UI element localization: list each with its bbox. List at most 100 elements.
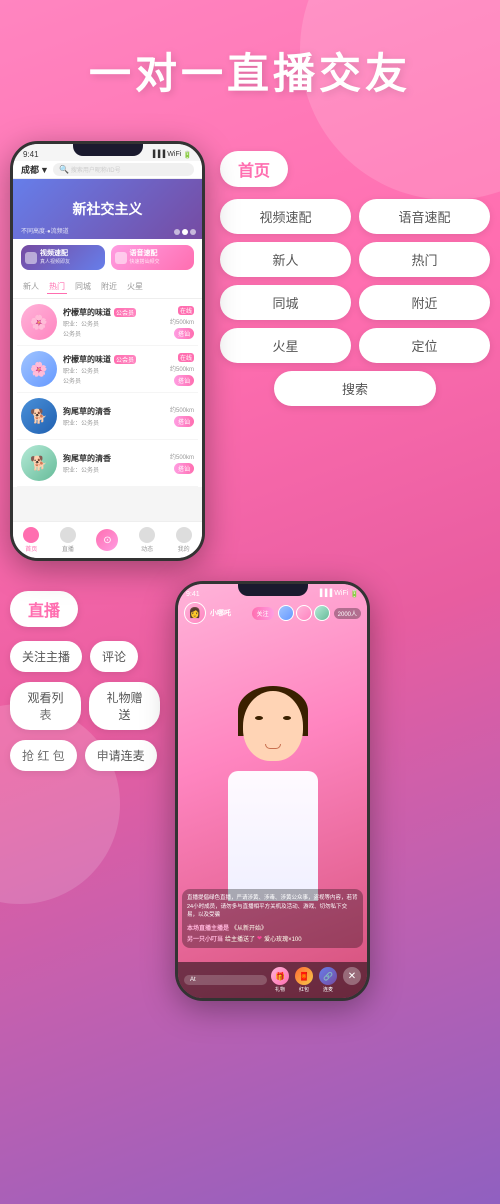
phone-mockup-home: 9:41 ▐▐▐ WiFi 🔋 成都 ▼ 🔍 搜索用户昵称/ID号 — [10, 141, 205, 561]
connect-icon[interactable]: 🔗 — [319, 967, 337, 985]
live-tag-connect[interactable]: 申请连麦 — [85, 740, 157, 771]
voice-match-sub: 快速搭讪频交 — [130, 258, 160, 265]
feature-search-row: 搜索 — [220, 371, 490, 406]
chat-content: 直播提倡绿色直播，严请涉黄、涉毒、涉黄公众事，盗视等内容，若背24小时成员，请勿… — [187, 894, 358, 919]
table-row: 🐕 狗尾草的清香 职业：公务员 约500km 搭讪 — [17, 440, 198, 487]
feature-nearby[interactable]: 附近 — [359, 285, 490, 320]
live-tag-follow[interactable]: 关注主播 — [10, 641, 82, 672]
live-features: 直播 关注主播 评论 观看列表 礼物赠送 抢 红 包 申请连麦 — [10, 581, 160, 771]
chat-message-1-text: 《从新开始》 — [231, 923, 267, 932]
live-tag-watchlist[interactable]: 观看列表 — [10, 682, 81, 730]
quick-match-section: 视频速配 真人视频即友 语音速配 快速搭讪频交 — [13, 239, 202, 276]
live-host-avatar: 👩 — [184, 602, 206, 624]
app-banner: 新社交主义 不同高度·●流频道 — [13, 179, 202, 239]
live-overlay: 9:41 ▐▐▐WiFi🔋 👩 小哪吒 关注 — [178, 584, 367, 998]
hero-section: 一对一直播交友 — [0, 0, 500, 121]
voice-match-button[interactable]: 语音速配 快速搭讪频交 — [111, 245, 195, 270]
chat-input[interactable]: At — [184, 975, 267, 985]
profile-icon — [176, 527, 192, 543]
table-row: 🐕 狗尾草的清香 职业：公务员 约500km 搭讪 — [17, 393, 198, 440]
avatar: 🐕 — [21, 398, 57, 434]
live-screen: 9:41 ▐▐▐WiFi🔋 👩 小哪吒 关注 — [178, 584, 367, 998]
live-tags-row2: 观看列表 礼物赠送 — [10, 682, 160, 730]
feature-new[interactable]: 新人 — [220, 242, 351, 277]
home-section: 9:41 ▐▐▐ WiFi 🔋 成都 ▼ 🔍 搜索用户昵称/ID号 — [0, 121, 500, 571]
send-button[interactable]: 搭讪 — [174, 328, 194, 339]
nav-profile[interactable]: 我的 — [176, 527, 192, 553]
live-badge: 直播 — [10, 591, 78, 627]
phone-screen: 9:41 ▐▐▐ WiFi 🔋 成都 ▼ 🔍 搜索用户昵称/ID号 — [13, 144, 202, 558]
phone-mockup-live: 9:41 ▐▐▐WiFi🔋 👩 小哪吒 关注 — [175, 581, 370, 1001]
feature-video-match[interactable]: 视频速配 — [220, 199, 351, 234]
search-bar[interactable]: 🔍 搜索用户昵称/ID号 — [53, 163, 194, 176]
close-icon[interactable]: ✕ — [343, 967, 361, 985]
video-match-button[interactable]: 视频速配 真人视频即友 — [21, 245, 105, 270]
voice-match-label: 语音速配 — [130, 250, 160, 258]
connect-action[interactable]: 🔗 连麦 — [319, 967, 337, 993]
chat-message-1: 本场直播主播是 《从新开始》 — [187, 923, 358, 932]
table-row: 🌸 柠檬草的味道 公会员 职业：公务员 公务员 在线 约500km 搭讪 — [17, 346, 198, 393]
live-chat: 直播提倡绿色直播，严请涉黄、涉毒、涉黄公众事，盗视等内容，若背24小时成员，请勿… — [182, 889, 363, 948]
app-header: 成都 ▼ 🔍 搜索用户昵称/ID号 — [13, 161, 202, 179]
live-tag-redpacket[interactable]: 抢 红 包 — [10, 740, 77, 771]
feed-icon — [139, 527, 155, 543]
home-badge: 首页 — [220, 151, 288, 187]
home-icon — [23, 527, 39, 543]
send-button[interactable]: 搭讪 — [174, 375, 194, 386]
banner-text: 新社交主义 — [73, 201, 143, 218]
live-bottom-bar: At 🎁 礼物 🧧 红包 🔗 连麦 — [178, 962, 367, 998]
nav-live[interactable]: 直播 — [60, 527, 76, 553]
at-label: At — [190, 977, 196, 983]
redpacket-action[interactable]: 🧧 红包 — [295, 967, 313, 993]
feature-voice-match[interactable]: 语音速配 — [359, 199, 490, 234]
tab-same-city[interactable]: 同城 — [73, 280, 93, 294]
feature-location[interactable]: 定位 — [359, 328, 490, 363]
video-match-label: 视频速配 — [40, 250, 70, 258]
location-button[interactable]: 成都 ▼ — [21, 163, 49, 176]
nav-center[interactable]: ⊙ — [96, 529, 118, 551]
table-row: 🌸 柠檬草的味道 公会员 职业：公务员 公务员 在线 约500km 搭讪 — [17, 299, 198, 346]
feature-hot[interactable]: 热门 — [359, 242, 490, 277]
video-match-sub: 真人视频即友 — [40, 258, 70, 265]
nav-tabs: 新人 热门 同城 附近 火星 — [13, 276, 202, 299]
home-features: 首页 视频速配 语音速配 新人 热门 同城 附近 火星 定位 搜索 — [215, 141, 490, 406]
bottom-nav: 首页 直播 ⊙ 动态 我的 — [13, 521, 202, 558]
tab-mars[interactable]: 火星 — [125, 280, 145, 294]
heart-icon: ❤ — [257, 935, 262, 942]
center-button[interactable]: ⊙ — [96, 529, 118, 551]
gift-icon[interactable]: 🎁 — [271, 967, 289, 985]
chat-message-2: 另一只小叮当 给主播送了 ❤ 爱心玫瑰×100 — [187, 934, 358, 943]
feature-same-city[interactable]: 同城 — [220, 285, 351, 320]
video-icon — [25, 252, 37, 264]
tab-new[interactable]: 新人 — [21, 280, 41, 294]
top-users — [278, 605, 330, 621]
banner-dots — [174, 229, 196, 235]
top-user-3 — [314, 605, 330, 621]
nav-home[interactable]: 首页 — [23, 527, 39, 553]
feature-mars[interactable]: 火星 — [220, 328, 351, 363]
viewer-count: 2000人 — [334, 608, 361, 619]
feature-search[interactable]: 搜索 — [274, 371, 436, 406]
gift-action[interactable]: 🎁 礼物 — [271, 967, 289, 993]
close-action[interactable]: ✕ — [343, 967, 361, 993]
live-tags-row1: 关注主播 评论 — [10, 641, 160, 672]
user-info: 狗尾草的清香 职业：公务员 — [63, 406, 164, 427]
user-info: 柠檬草的味道 公会员 职业：公务员 公务员 — [63, 307, 164, 338]
tab-nearby[interactable]: 附近 — [99, 280, 119, 294]
hero-title: 一对一直播交友 — [20, 40, 480, 101]
redpacket-icon[interactable]: 🧧 — [295, 967, 313, 985]
status-icons: ▐▐▐ WiFi 🔋 — [150, 151, 192, 159]
follow-button[interactable]: 关注 — [252, 607, 274, 620]
live-tag-gift[interactable]: 礼物赠送 — [89, 682, 160, 730]
send-button[interactable]: 搭讪 — [174, 463, 194, 474]
live-tags-row3: 抢 红 包 申请连麦 — [10, 740, 160, 771]
feature-tags-grid: 视频速配 语音速配 新人 热门 同城 附近 火星 定位 — [220, 199, 490, 363]
nav-feed[interactable]: 动态 — [139, 527, 155, 553]
user-info: 狗尾草的清香 职业：公务员 — [63, 453, 164, 474]
user-list: 🌸 柠檬草的味道 公会员 职业：公务员 公务员 在线 约500km 搭讪 — [13, 299, 202, 487]
top-user-2 — [296, 605, 312, 621]
live-tag-comment[interactable]: 评论 — [90, 641, 138, 672]
phone-notch — [73, 144, 143, 156]
tab-hot[interactable]: 热门 — [47, 280, 67, 294]
send-button[interactable]: 搭讪 — [174, 416, 194, 427]
